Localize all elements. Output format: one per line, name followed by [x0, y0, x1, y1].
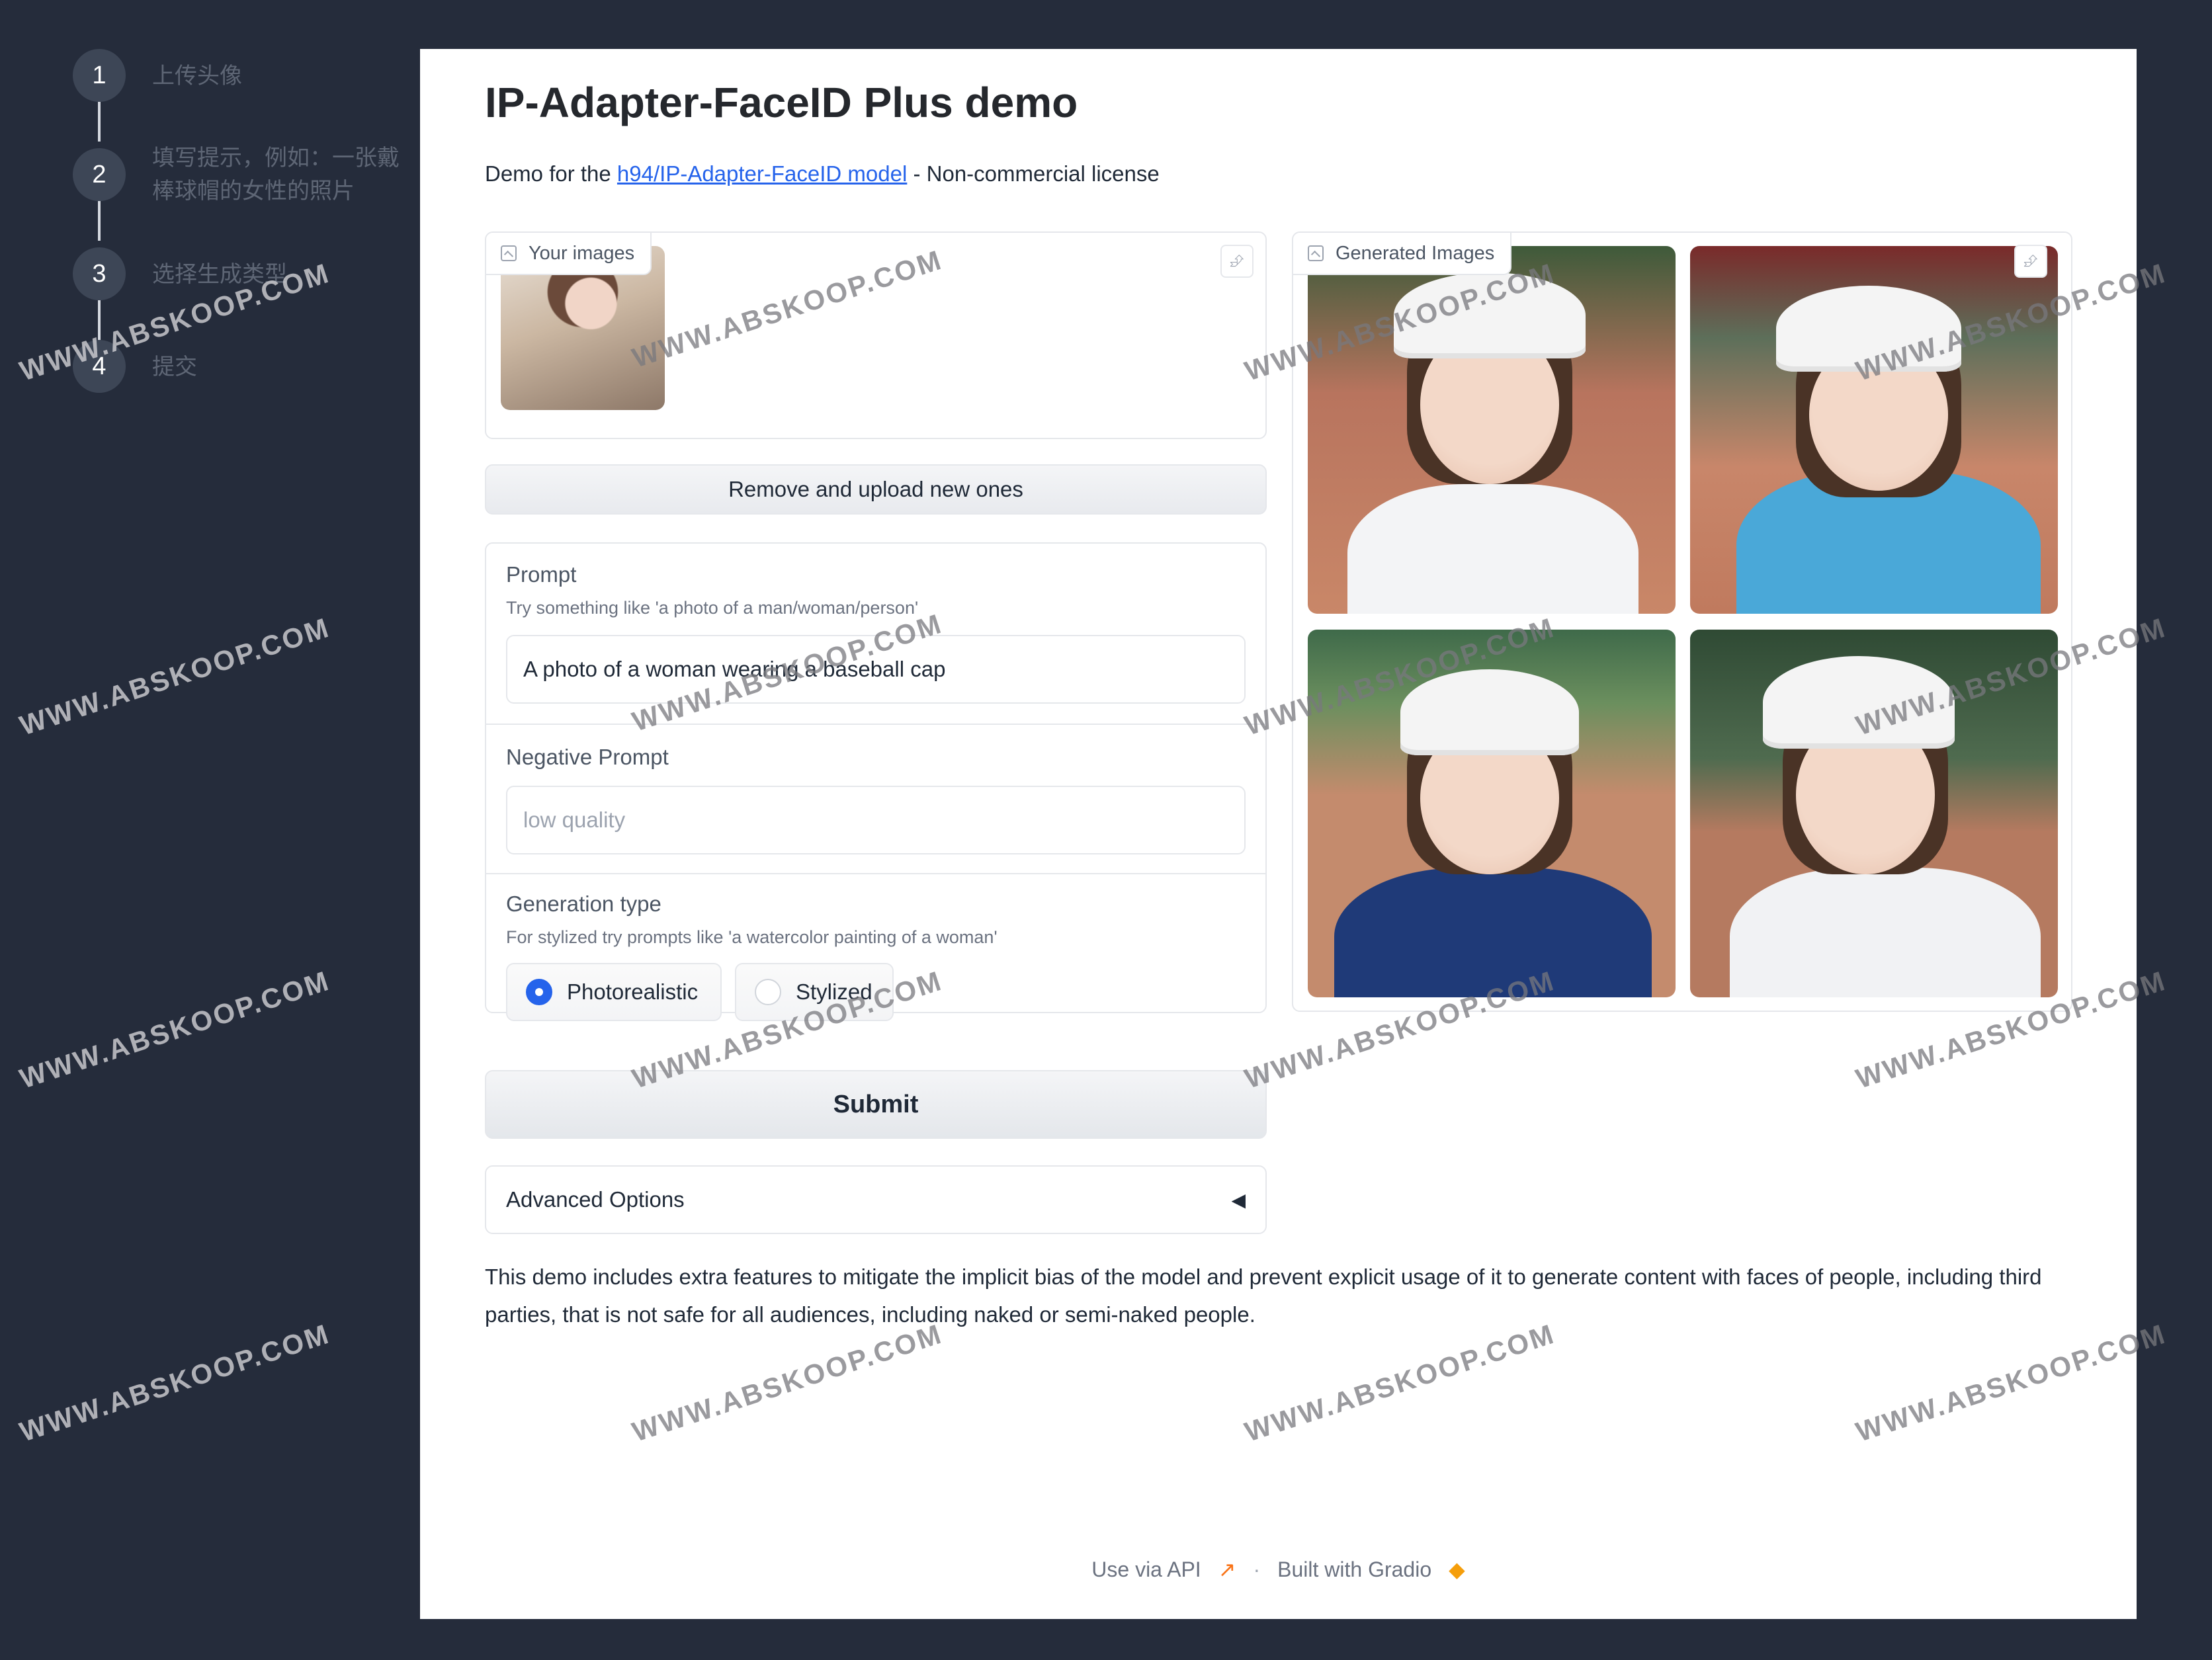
radio-photorealistic[interactable]: Photorealistic: [506, 963, 722, 1021]
cap-shape: [1776, 286, 1961, 372]
cap-shape: [1394, 272, 1586, 358]
step-number-1: 1: [73, 49, 126, 102]
prompt-form-card: Prompt Try something like 'a photo of a …: [485, 542, 1267, 1021]
share-icon[interactable]: ⮵: [1220, 245, 1254, 278]
radio-stylized[interactable]: Stylized: [735, 963, 894, 1021]
share-icon[interactable]: ⮵: [2014, 245, 2047, 278]
negative-prompt-label: Negative Prompt: [506, 745, 669, 769]
steps-sidebar: 1 上传头像 2 填写提示，例如：一张戴棒球帽的女性的照片 3 选择生成类型 4…: [0, 0, 417, 463]
main-panel: IP-Adapter-FaceID Plus demo Demo for the…: [420, 49, 2137, 1619]
image-upload-card[interactable]: Your images ⮵: [485, 231, 1267, 439]
advanced-options-accordion[interactable]: Advanced Options ◀: [485, 1165, 1267, 1234]
subtitle-prefix: Demo for the: [485, 161, 617, 186]
model-link[interactable]: h94/IP-Adapter-FaceID model: [617, 161, 907, 186]
step-label-2: 填写提示，例如：一张戴棒球帽的女性的照片: [152, 145, 400, 204]
watermark: WWW.ABSKOOP.COM: [16, 611, 334, 741]
gradio-logo-icon: ◆: [1449, 1557, 1465, 1581]
page-title: IP-Adapter-FaceID Plus demo: [485, 79, 1078, 126]
generated-gallery-card: Generated Images ⮵: [1292, 231, 2072, 1012]
step-connector: [98, 201, 101, 241]
footer-separator: ·: [1253, 1557, 1261, 1581]
subtitle-suffix: - Non-commercial license: [907, 161, 1160, 186]
gallery-label-tag: Generated Images: [1293, 233, 1512, 275]
disclaimer-text: This demo includes extra features to mit…: [485, 1265, 2042, 1327]
generation-type-info: For stylized try prompts like 'a waterco…: [506, 927, 998, 947]
step-number-2: 2: [73, 148, 126, 201]
caret-left-icon: ◀: [1231, 1189, 1246, 1210]
image-icon: [501, 245, 517, 261]
built-with-gradio-link[interactable]: Built with Gradio: [1277, 1557, 1431, 1582]
prompt-input[interactable]: A photo of a woman wearing a baseball ca…: [506, 635, 1246, 704]
advanced-options-label: Advanced Options: [506, 1187, 685, 1212]
generation-type-section: Generation type For stylized try prompts…: [486, 873, 1265, 1021]
negative-prompt-section: Negative Prompt low quality: [486, 724, 1265, 873]
watermark: WWW.ABSKOOP.COM: [16, 964, 334, 1095]
jersey-shape: [1730, 868, 2041, 997]
step-number-3: 3: [73, 247, 126, 300]
cap-shape: [1400, 669, 1579, 755]
step-label-1: 上传头像: [152, 63, 242, 89]
page-subtitle: Demo for the h94/IP-Adapter-FaceID model…: [485, 161, 1160, 187]
prompt-info: Try something like 'a photo of a man/wom…: [506, 598, 919, 618]
rocket-icon: ↗: [1218, 1557, 1236, 1581]
step-number-4: 4: [73, 340, 126, 393]
negative-prompt-input[interactable]: low quality: [506, 786, 1246, 854]
generated-image-4[interactable]: [1690, 630, 2058, 997]
cap-shape: [1763, 656, 1955, 749]
submit-button[interactable]: Submit: [485, 1070, 1267, 1139]
footer: Use via API ↗ · Built with Gradio ◆: [420, 1557, 2137, 1582]
step-connector: [98, 300, 101, 340]
upload-label-tag: Your images: [486, 233, 652, 275]
radio-checked-icon: [526, 979, 552, 1005]
jersey-shape: [1347, 484, 1638, 614]
generation-type-label: Generation type: [506, 892, 661, 916]
sweater-shape: [1334, 868, 1652, 997]
generated-image-2[interactable]: [1690, 246, 2058, 614]
step-label-4: 提交: [152, 354, 197, 380]
generated-image-1[interactable]: [1308, 246, 1676, 614]
step-label-3: 选择生成类型: [152, 261, 287, 288]
step-connector: [98, 102, 101, 142]
watermark: WWW.ABSKOOP.COM: [16, 1317, 334, 1448]
generated-image-3[interactable]: [1308, 630, 1676, 997]
gallery-label: Generated Images: [1336, 242, 1495, 264]
prompt-label: Prompt: [506, 562, 577, 587]
radio-label: Photorealistic: [567, 979, 699, 1004]
radio-label: Stylized: [796, 979, 872, 1004]
use-via-api-link[interactable]: Use via API: [1091, 1557, 1201, 1582]
radio-unchecked-icon: [755, 979, 781, 1005]
image-icon: [1308, 245, 1324, 261]
remove-upload-button[interactable]: Remove and upload new ones: [485, 464, 1267, 515]
upload-label: Your images: [529, 242, 635, 264]
